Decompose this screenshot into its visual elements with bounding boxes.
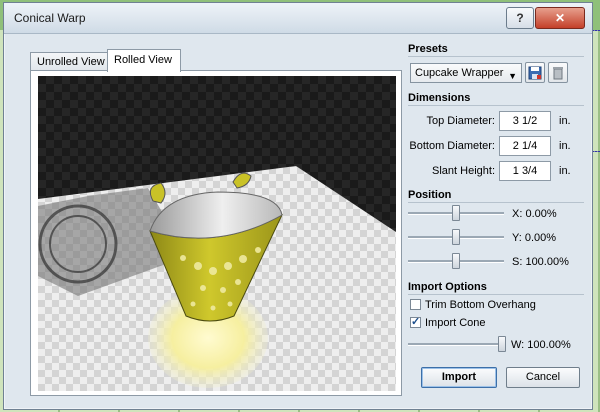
import-cone-checkbox[interactable]: ✓ <box>410 316 421 328</box>
conical-warp-dialog: Conical Warp ? ✕ Unrolled View Rolled Vi… <box>3 2 593 410</box>
divider <box>408 56 584 57</box>
dimensions-heading: Dimensions <box>408 92 471 104</box>
bottom-diameter-unit: in. <box>559 140 571 152</box>
y-value: Y: 0.00% <box>512 232 557 244</box>
import-options-heading: Import Options <box>408 281 487 293</box>
slider-thumb[interactable] <box>452 205 460 221</box>
import-button[interactable]: Import <box>421 367 497 388</box>
help-button[interactable]: ? <box>506 7 534 29</box>
trash-icon <box>553 66 563 79</box>
trim-bottom-label: Trim Bottom Overhang <box>425 299 536 311</box>
width-slider[interactable] <box>408 336 506 352</box>
close-button[interactable]: ✕ <box>535 7 585 29</box>
scale-slider[interactable] <box>408 253 504 269</box>
save-preset-button[interactable] <box>525 62 545 83</box>
trim-bottom-checkbox[interactable] <box>410 299 421 310</box>
bottom-diameter-input[interactable]: 2 1/4 <box>499 136 551 156</box>
slant-height-input[interactable]: 1 3/4 <box>499 161 551 181</box>
x-value: X: 0.00% <box>512 208 557 220</box>
slider-thumb[interactable] <box>498 336 506 352</box>
delete-preset-button[interactable] <box>548 62 568 83</box>
x-slider[interactable] <box>408 205 504 221</box>
presets-dropdown[interactable]: Cupcake Wrapper ▼ <box>410 63 522 83</box>
save-icon <box>528 66 542 79</box>
width-value: W: 100.00% <box>511 339 571 351</box>
top-diameter-unit: in. <box>559 115 571 127</box>
scale-value: S: 100.00% <box>512 256 569 268</box>
presets-selected: Cupcake Wrapper <box>415 67 504 79</box>
top-diameter-input[interactable]: 3 1/2 <box>499 111 551 131</box>
title-bar[interactable]: Conical Warp ? ✕ <box>4 3 592 34</box>
y-slider[interactable] <box>408 229 504 245</box>
top-diameter-label: Top Diameter: <box>426 115 495 127</box>
slider-thumb[interactable] <box>452 229 460 245</box>
import-cone-label: Import Cone <box>425 317 486 329</box>
view-panel <box>30 70 402 396</box>
tab-rolled-view[interactable]: Rolled View <box>107 49 181 72</box>
slider-track <box>408 343 506 346</box>
divider <box>408 294 584 295</box>
bottom-diameter-label: Bottom Diameter: <box>409 140 495 152</box>
slant-height-label: Slant Height: <box>432 165 495 177</box>
question-icon: ? <box>516 11 524 25</box>
3d-preview[interactable] <box>38 76 396 391</box>
chevron-down-icon: ▼ <box>508 71 517 81</box>
slant-height-unit: in. <box>559 165 571 177</box>
divider <box>408 105 584 106</box>
window-title: Conical Warp <box>14 11 86 25</box>
divider <box>408 202 584 203</box>
check-icon: ✓ <box>411 316 421 328</box>
close-icon: ✕ <box>554 11 566 25</box>
cancel-button[interactable]: Cancel <box>506 367 580 388</box>
presets-heading: Presets <box>408 43 448 55</box>
tab-unrolled-view[interactable]: Unrolled View <box>30 52 110 71</box>
slider-thumb[interactable] <box>452 253 460 269</box>
preview-render <box>38 166 396 391</box>
position-heading: Position <box>408 189 452 201</box>
